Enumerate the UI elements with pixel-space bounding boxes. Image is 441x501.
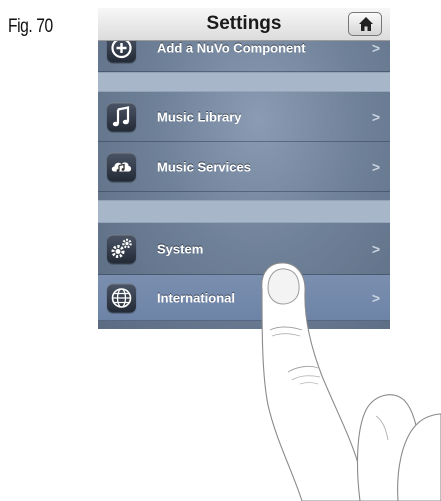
chevron-right-icon: > — [371, 158, 380, 175]
home-button[interactable] — [348, 12, 382, 36]
section-separator — [98, 200, 390, 223]
menu-item-label: System — [157, 241, 204, 256]
menu-item-label: Music Library — [157, 109, 242, 124]
music-note-icon — [107, 102, 136, 131]
menu-item-system[interactable]: System > — [98, 223, 390, 275]
menu-item-music-services[interactable]: Music Services > — [98, 142, 390, 192]
chevron-right-icon: > — [371, 240, 380, 257]
menu-item-music-library[interactable]: Music Library > — [98, 92, 390, 142]
menu-item-label: Music Services — [157, 159, 251, 174]
home-icon — [359, 17, 373, 31]
menu-item-international[interactable]: International > — [98, 275, 390, 321]
section-separator — [98, 72, 390, 92]
figure-label: Fig. 70 — [8, 16, 53, 37]
globe-icon — [107, 283, 136, 312]
menu-item-label: Add a NuVo Component — [157, 40, 306, 55]
cloud-music-icon — [107, 152, 136, 181]
page-title: Settings — [206, 13, 282, 34]
phone-screen: Settings Add a NuVo Component > Music Li… — [98, 8, 390, 329]
chevron-right-icon: > — [371, 108, 380, 125]
nav-bar: Settings — [98, 8, 390, 41]
menu-item-label: International — [157, 290, 236, 305]
gears-icon — [107, 234, 136, 263]
chevron-right-icon: > — [371, 39, 380, 56]
chevron-right-icon: > — [371, 289, 380, 306]
